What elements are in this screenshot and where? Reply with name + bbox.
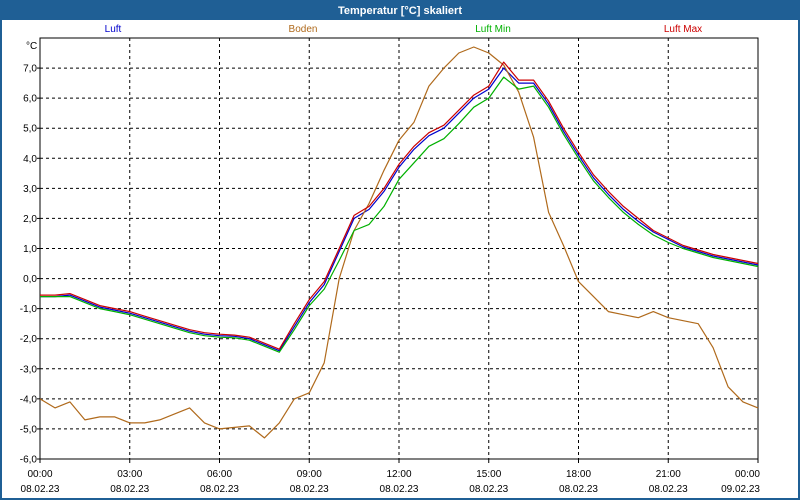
chart-svg: °C -6,0 -5,0 -4,0 -3,0 -2,0 -1,0 0,0 1,0 2,0 3,0 4…: [20, 37, 760, 495]
y-tick-label: 3,0: [23, 184, 37, 195]
x-tick-time: 00:00: [735, 469, 760, 480]
x-tick-time: 21:00: [656, 469, 681, 480]
x-tick-time: 18:00: [566, 469, 591, 480]
y-tick-label: -4,0: [20, 394, 38, 405]
x-tick-time: 03:00: [117, 469, 142, 480]
grid: [40, 38, 758, 459]
y-tick-label: -5,0: [20, 424, 38, 435]
x-tick-time: 09:00: [297, 469, 322, 480]
x-tick-date: 08.02.23: [290, 484, 329, 495]
y-tick-label: -6,0: [20, 455, 38, 466]
x-tick-date: 08.02.23: [469, 484, 508, 495]
x-tick-date: 08.02.23: [110, 484, 149, 495]
y-tick-label: -3,0: [20, 364, 38, 375]
y-axis-unit-label: °C: [26, 41, 37, 52]
y-axis: -6,0 -5,0 -4,0 -3,0 -2,0 -1,0 0,0 1,0 2,0 3,0 4,0 5…: [20, 64, 40, 466]
x-tick-time: 15:00: [476, 469, 501, 480]
x-tick-date: 09.02.23: [721, 484, 760, 495]
x-axis: 00:00 08.02.23 03:00 08.02.23 06:00 08.02.23 0…: [21, 459, 760, 495]
x-tick-time: 06:00: [207, 469, 232, 480]
x-tick-date: 08.02.23: [559, 484, 598, 495]
y-tick-label: 2,0: [23, 214, 37, 225]
y-tick-label: -2,0: [20, 334, 38, 345]
y-tick-label: 4,0: [23, 154, 37, 165]
x-tick-date: 08.02.23: [380, 484, 419, 495]
x-tick-date: 08.02.23: [21, 484, 60, 495]
x-tick-time: 00:00: [27, 469, 52, 480]
y-tick-label: 6,0: [23, 94, 37, 105]
y-tick-label: -1,0: [20, 304, 38, 315]
y-tick-label: 1,0: [23, 244, 37, 255]
y-tick-label: 7,0: [23, 64, 37, 75]
x-tick-date: 08.02.23: [200, 484, 239, 495]
x-tick-time: 12:00: [386, 469, 411, 480]
x-tick-date: 08.02.23: [649, 484, 688, 495]
y-tick-label: 0,0: [23, 274, 37, 285]
y-tick-label: 5,0: [23, 124, 37, 135]
